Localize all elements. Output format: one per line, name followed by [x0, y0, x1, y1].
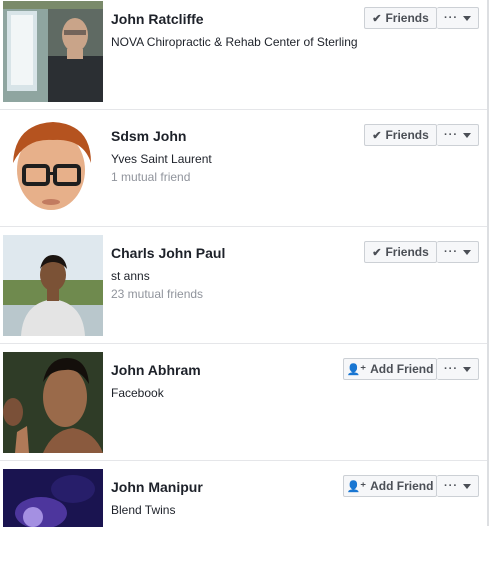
divider [0, 343, 487, 344]
checkmark-icon: ✔ [372, 246, 382, 259]
profile-photo[interactable] [3, 352, 103, 453]
person-name[interactable]: John Ratcliffe [111, 10, 341, 28]
more-options-button[interactable]: ··· [437, 475, 479, 497]
chevron-down-icon [463, 483, 471, 489]
list-item: John Abhram Facebook 👤⁺ Add Friend ··· [0, 351, 487, 468]
more-options-button[interactable]: ··· [437, 241, 479, 263]
friends-button-label: Friends [385, 128, 429, 142]
friends-button[interactable]: ✔ Friends [364, 241, 437, 263]
checkmark-icon: ✔ [372, 12, 382, 25]
more-dots-icon: ··· [444, 129, 458, 141]
person-name[interactable]: John Abhram [111, 361, 341, 379]
list-item: John Manipur Blend Twins 👤⁺ Add Friend ·… [0, 468, 487, 585]
person-workplace: Yves Saint Laurent [111, 152, 212, 166]
divider [0, 226, 487, 227]
chevron-down-icon [463, 366, 471, 372]
more-options-button[interactable]: ··· [437, 358, 479, 380]
person-workplace: Facebook [111, 386, 164, 400]
list-item: John Ratcliffe NOVA Chiropractic & Rehab… [0, 0, 487, 117]
mutual-friends-count[interactable]: 23 mutual friends [111, 286, 341, 302]
checkmark-icon: ✔ [372, 129, 382, 142]
person-workplace: Blend Twins [111, 503, 176, 517]
more-options-button[interactable]: ··· [437, 124, 479, 146]
divider [0, 109, 487, 110]
profile-photo[interactable] [3, 469, 103, 570]
list-item: Charls John Paul st anns 23 mutual frien… [0, 234, 487, 351]
mutual-friends-count[interactable]: 1 mutual friend [111, 169, 341, 185]
more-dots-icon: ··· [444, 12, 458, 24]
friends-button-label: Friends [385, 245, 429, 259]
profile-photo[interactable] [3, 118, 103, 219]
friends-button-label: Friends [385, 11, 429, 25]
add-friend-button[interactable]: 👤⁺ Add Friend [343, 475, 437, 497]
add-friend-icon: 👤⁺ [346, 363, 367, 376]
person-workplace: st anns [111, 269, 150, 283]
more-dots-icon: ··· [444, 246, 458, 258]
person-name[interactable]: Charls John Paul [111, 244, 341, 262]
more-dots-icon: ··· [444, 363, 458, 375]
more-dots-icon: ··· [444, 480, 458, 492]
add-friend-button-label: Add Friend [370, 479, 434, 493]
person-workplace: NOVA Chiropractic & Rehab Center of Ster… [111, 35, 358, 49]
friends-button[interactable]: ✔ Friends [364, 124, 437, 146]
add-friend-button[interactable]: 👤⁺ Add Friend [343, 358, 437, 380]
more-options-button[interactable]: ··· [437, 7, 479, 29]
chevron-down-icon [463, 249, 471, 255]
add-friend-button-label: Add Friend [370, 362, 434, 376]
profile-photo[interactable] [3, 235, 103, 336]
person-name[interactable]: Sdsm John [111, 127, 341, 145]
divider [0, 460, 487, 461]
chevron-down-icon [463, 132, 471, 138]
chevron-down-icon [463, 15, 471, 21]
list-item: Sdsm John Yves Saint Laurent 1 mutual fr… [0, 117, 487, 234]
person-name[interactable]: John Manipur [111, 478, 341, 496]
profile-photo[interactable] [3, 1, 103, 102]
friends-button[interactable]: ✔ Friends [364, 7, 437, 29]
add-friend-icon: 👤⁺ [346, 480, 367, 493]
